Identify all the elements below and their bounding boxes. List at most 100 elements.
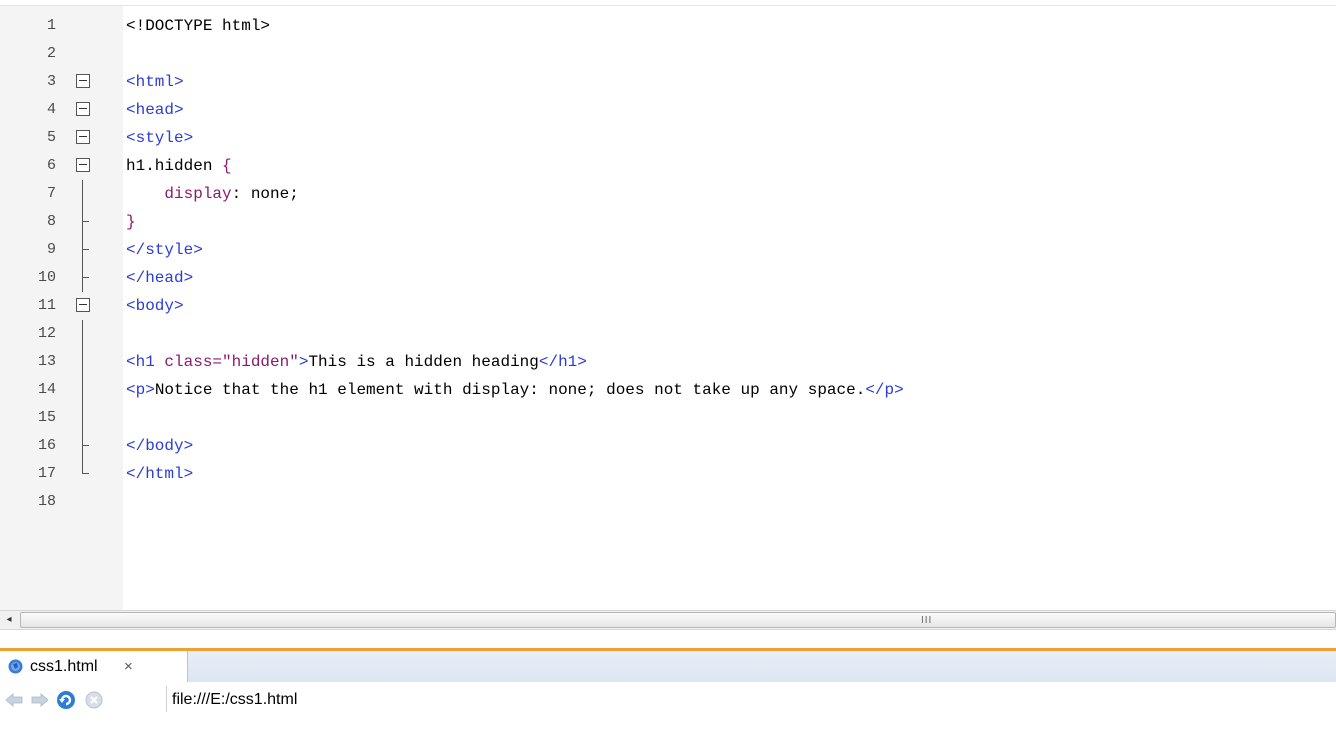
back-arrow-icon[interactable] <box>4 690 24 710</box>
scrollbar-thumb[interactable]: III <box>20 612 1336 628</box>
code-text: <head> <box>126 96 184 124</box>
line-number: 10 <box>37 269 56 286</box>
fold-toggle-icon[interactable] <box>76 102 90 116</box>
fold-line-icon <box>76 236 90 264</box>
line-number: 3 <box>46 73 56 90</box>
line-number: 2 <box>46 45 56 62</box>
line-number: 11 <box>37 297 56 314</box>
horizontal-scrollbar[interactable]: ◂ III <box>0 610 1336 630</box>
line-number: 12 <box>37 325 56 342</box>
fold-line-icon <box>76 376 90 404</box>
code-line[interactable]: 15 <box>0 404 1336 432</box>
fold-line-icon <box>76 460 90 480</box>
fold-line-icon <box>76 432 90 460</box>
code-text: <html> <box>126 68 184 96</box>
line-number: 17 <box>37 465 56 482</box>
code-text: } <box>126 208 136 236</box>
code-line[interactable]: 12 <box>0 320 1336 348</box>
code-text: </body> <box>126 432 193 460</box>
line-number: 16 <box>37 437 56 454</box>
line-number: 9 <box>46 241 56 258</box>
code-editor[interactable]: 1 <!DOCTYPE html> 2 3 <html> 4 <head> 5 <style> 6… <box>0 6 1336 610</box>
fold-line-icon <box>76 180 90 208</box>
code-token: : none; <box>231 185 299 203</box>
line-number: 15 <box>37 409 56 426</box>
code-text: <body> <box>126 292 184 320</box>
code-line[interactable]: 5 <style> <box>0 124 1336 152</box>
line-number: 6 <box>46 157 56 174</box>
refresh-icon[interactable] <box>56 690 76 710</box>
line-number: 14 <box>37 381 56 398</box>
line-number: 1 <box>46 17 56 34</box>
address-bar[interactable] <box>166 686 1336 712</box>
code-token: class="hidden" <box>164 353 299 371</box>
code-text: </head> <box>126 264 193 292</box>
line-number: 5 <box>46 129 56 146</box>
code-token: This is a hidden heading <box>308 353 539 371</box>
code-token: </p> <box>865 381 904 399</box>
code-token: display <box>164 185 232 203</box>
code-token: h1.hidden <box>126 157 223 175</box>
editor-window: 1 <!DOCTYPE html> 2 3 <html> 4 <head> 5 <style> 6… <box>0 0 1336 744</box>
fold-line-icon <box>76 348 90 376</box>
fold-line-icon <box>76 264 90 292</box>
code-line[interactable]: 7 display: none; <box>0 180 1336 208</box>
line-number: 4 <box>46 101 56 118</box>
code-text: <h1 class="hidden">This is a hidden head… <box>126 348 587 376</box>
line-number: 8 <box>46 213 56 230</box>
code-token: } <box>126 213 136 231</box>
code-token: <html> <box>126 73 184 91</box>
code-line[interactable]: 9 </style> <box>0 236 1336 264</box>
line-number: 13 <box>37 353 56 370</box>
code-token: { <box>222 157 232 175</box>
fold-toggle-icon[interactable] <box>76 298 90 312</box>
code-token: </body> <box>126 437 194 455</box>
code-line[interactable]: 16 </body> <box>0 432 1336 460</box>
code-line[interactable]: 2 <box>0 40 1336 68</box>
code-text: display: none; <box>126 180 299 208</box>
line-number: 18 <box>37 493 56 510</box>
code-line[interactable]: 10 </head> <box>0 264 1336 292</box>
code-token: <!DOCTYPE html> <box>126 17 271 35</box>
fold-line-icon <box>76 404 90 432</box>
url-text[interactable]: file:///E:/css1.html <box>172 688 297 712</box>
code-line[interactable]: 11 <body> <box>0 292 1336 320</box>
tab-close-icon[interactable]: × <box>124 651 133 682</box>
code-text: <p>Notice that the h1 element with displ… <box>126 376 904 404</box>
code-line[interactable]: 14 <p>Notice that the h1 element with dis… <box>0 376 1336 404</box>
code-text: <style> <box>126 124 193 152</box>
code-line[interactable]: 13 <h1 class="hidden">This is a hidden he… <box>0 348 1336 376</box>
tab-label: css1.html <box>30 658 98 675</box>
fold-line-icon <box>76 320 90 348</box>
code-line[interactable]: 3 <html> <box>0 68 1336 96</box>
code-token: <body> <box>126 297 184 315</box>
code-text: </html> <box>126 460 193 488</box>
code-token: <h1 <box>126 353 165 371</box>
code-token: </head> <box>126 269 194 287</box>
code-text: h1.hidden { <box>126 152 232 180</box>
code-token: <style> <box>126 129 194 147</box>
code-token: </h1> <box>538 353 587 371</box>
stop-icon[interactable] <box>84 690 104 710</box>
fold-toggle-icon[interactable] <box>76 74 90 88</box>
scrollbar-grip: III <box>921 615 933 626</box>
code-line[interactable]: 17 </html> <box>0 460 1336 488</box>
code-text: <!DOCTYPE html> <box>126 12 270 40</box>
code-token: </style> <box>126 241 203 259</box>
code-text: </style> <box>126 236 203 264</box>
code-token: <p> <box>126 381 155 399</box>
scroll-left-icon[interactable]: ◂ <box>0 611 18 629</box>
code-line[interactable]: 1 <!DOCTYPE html> <box>0 12 1336 40</box>
fold-toggle-icon[interactable] <box>76 158 90 172</box>
tab-bar: css1.html × <box>0 648 1336 684</box>
code-line[interactable]: 4 <head> <box>0 96 1336 124</box>
forward-arrow-icon[interactable] <box>30 690 50 710</box>
code-line[interactable]: 18 <box>0 488 1336 516</box>
navigation-bar: file:///E:/css1.html <box>0 682 1336 744</box>
code-line[interactable]: 8} <box>0 208 1336 236</box>
code-line[interactable]: 6 h1.hidden { <box>0 152 1336 180</box>
tab-css1-html[interactable]: css1.html × <box>0 651 188 684</box>
fold-toggle-icon[interactable] <box>76 130 90 144</box>
line-number: 7 <box>46 185 56 202</box>
